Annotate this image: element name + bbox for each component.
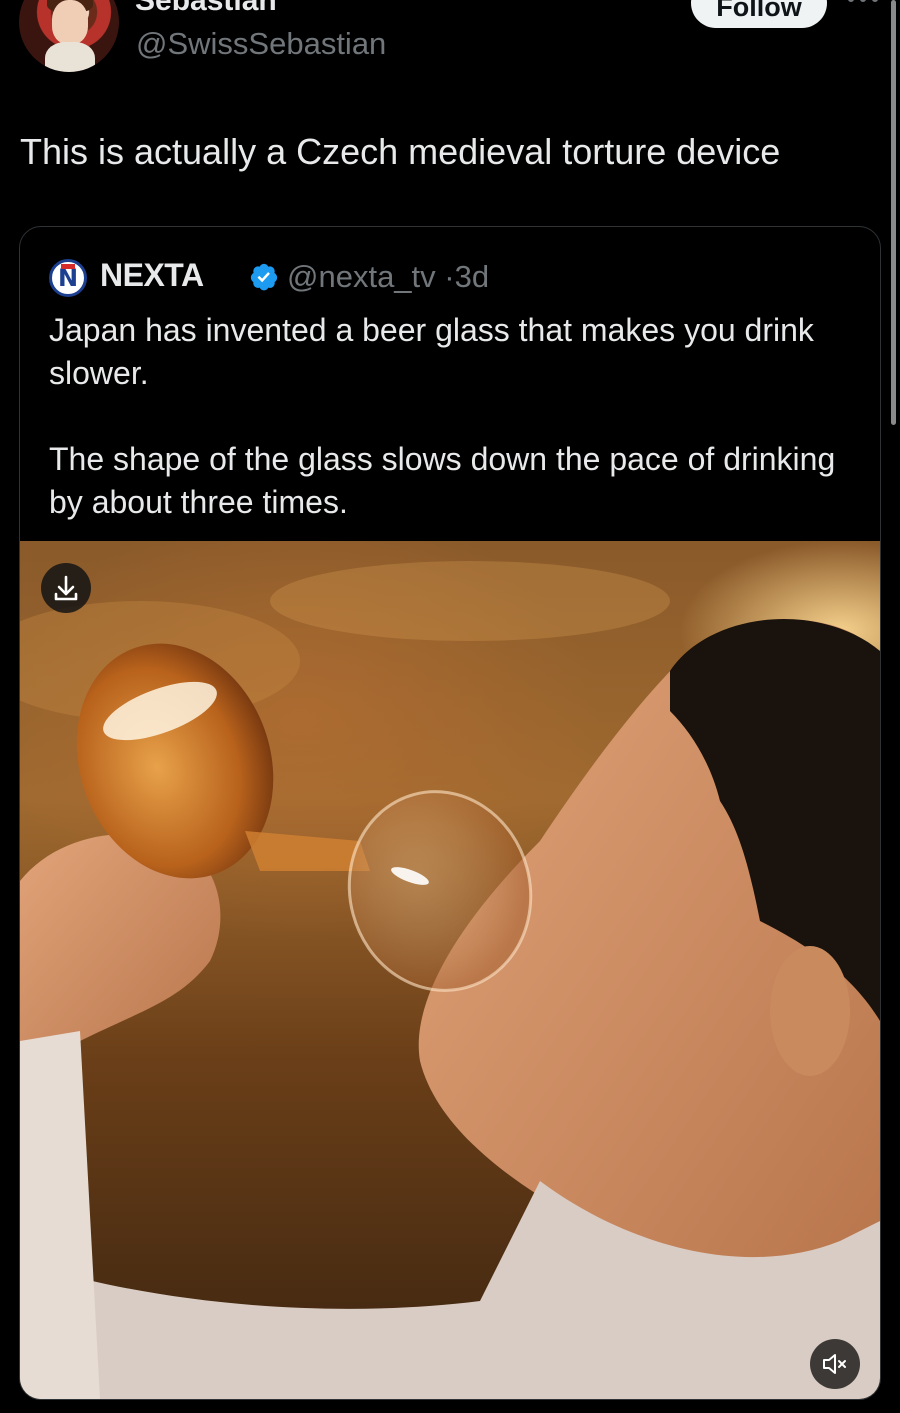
author-name[interactable]: Sebastian <box>135 0 277 18</box>
verified-badge-icon <box>250 263 278 291</box>
dot-separator: · <box>444 259 455 294</box>
mute-icon <box>823 1354 846 1374</box>
quote-header: NEXTA @nexta_tv ·3d <box>49 257 869 297</box>
quote-timestamp[interactable]: 3d <box>455 259 489 294</box>
quote-author-handle[interactable]: @nexta_tv <box>287 259 436 294</box>
video-player[interactable] <box>20 541 880 1399</box>
quote-paragraph: Japan has invented a beer glass that mak… <box>49 312 814 391</box>
quote-author-name[interactable]: NEXTA <box>100 257 204 294</box>
quoted-tweet[interactable]: NEXTA @nexta_tv ·3d Japan has invented a… <box>19 226 881 1400</box>
more-icon[interactable] <box>846 0 880 6</box>
quote-paragraph: The shape of the glass slows down the pa… <box>49 441 836 520</box>
quote-text: Japan has invented a beer glass that mak… <box>49 309 859 567</box>
follow-button[interactable]: Follow <box>691 0 827 28</box>
tweet-text: This is actually a Czech medieval tortur… <box>20 131 781 172</box>
tweet-header: Sebastian @SwissSebastian Follow <box>0 0 900 90</box>
video-frame <box>20 561 880 1399</box>
avatar[interactable] <box>19 0 119 72</box>
mute-button[interactable] <box>810 1339 860 1389</box>
author-handle[interactable]: @SwissSebastian <box>136 26 386 62</box>
quote-meta: @nexta_tv ·3d <box>287 259 489 295</box>
download-icon <box>54 575 78 601</box>
download-button[interactable] <box>41 563 91 613</box>
nexta-logo[interactable] <box>49 259 87 297</box>
